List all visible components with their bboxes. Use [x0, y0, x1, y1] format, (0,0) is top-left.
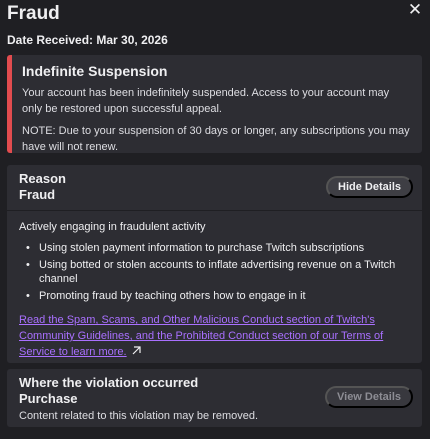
hide-details-button[interactable]: Hide Details: [326, 176, 413, 198]
suspension-title: Indefinite Suspension: [22, 63, 168, 79]
page-title: Fraud: [7, 3, 60, 24]
guidelines-link[interactable]: Read the Spam, Scams, and Other Maliciou…: [19, 312, 410, 360]
suspension-notice: Indefinite Suspension Your account has b…: [7, 55, 422, 153]
reason-description: Actively engaging in fraudulent activity: [19, 221, 206, 233]
external-link-icon: [132, 346, 141, 355]
violation-note: Content related to this violation may be…: [19, 410, 259, 422]
suspension-note: NOTE: Due to your suspension of 30 days …: [22, 125, 410, 153]
list-item: Using stolen payment information to purc…: [19, 241, 410, 255]
date-received: Date Received: Mar 30, 2026: [7, 33, 168, 47]
close-icon[interactable]: ✕: [407, 1, 423, 18]
list-item: Using botted or stolen accounts to infla…: [19, 258, 410, 286]
guidelines-link-text: Read the Spam, Scams, and Other Maliciou…: [19, 314, 384, 358]
violation-card: Where the violation occurred Purchase Co…: [7, 369, 422, 427]
view-details-button[interactable]: View Details: [325, 386, 413, 408]
reason-header: Reason Fraud Hide Details: [7, 165, 422, 211]
reason-bullet-list: Using stolen payment information to purc…: [19, 241, 410, 303]
reason-details: Actively engaging in fraudulent activity…: [7, 211, 422, 360]
reason-card: Reason Fraud Hide Details Actively engag…: [7, 165, 422, 363]
list-item: Promoting fraud by teaching others how t…: [19, 289, 410, 303]
suspension-body: Your account has been indefinitely suspe…: [22, 87, 390, 115]
header: Fraud Date Received: Mar 30, 2026 ✕: [7, 1, 423, 48]
